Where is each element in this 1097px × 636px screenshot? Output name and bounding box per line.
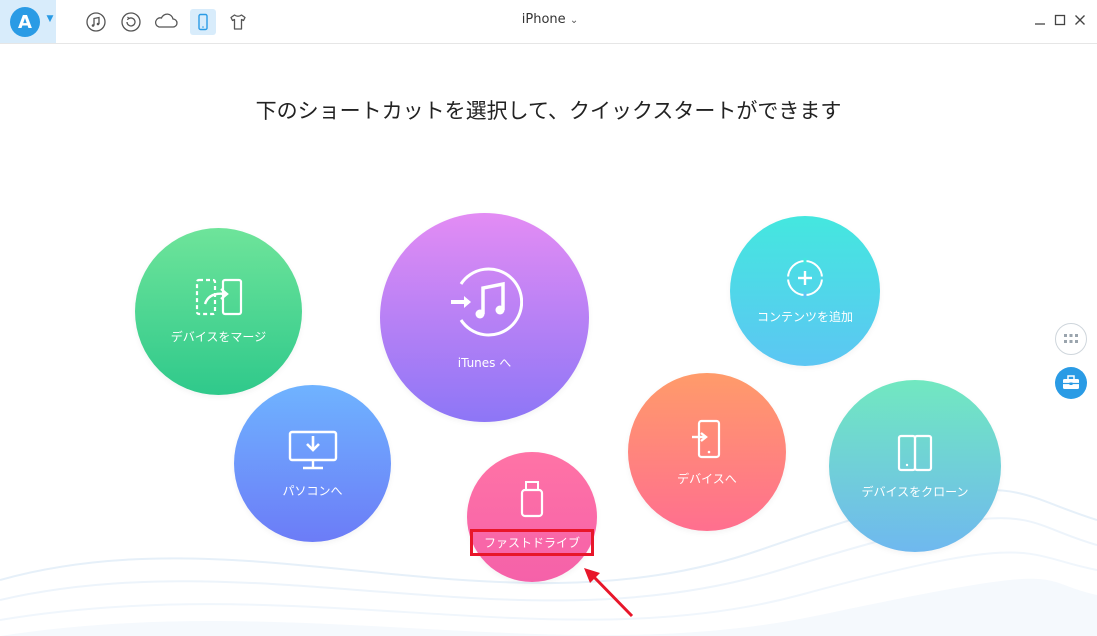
to-itunes-button[interactable]: iTunes へ (380, 213, 589, 422)
app-logo-icon[interactable]: A (10, 7, 40, 37)
grid-view-button[interactable] (1055, 323, 1087, 355)
history-icon[interactable] (118, 9, 144, 35)
chevron-down-icon[interactable]: ▼ (44, 13, 56, 25)
annotation-arrow (584, 568, 634, 618)
to-computer-button[interactable]: パソコンへ (234, 385, 391, 542)
to-device-label: デバイスへ (677, 471, 737, 486)
add-circle-icon (785, 257, 825, 298)
itunes-icon (450, 267, 523, 337)
grid-icon (1064, 334, 1078, 343)
add-content-button[interactable]: コンテンツを追加 (730, 216, 880, 366)
chevron-down-icon: ⌄ (569, 15, 579, 26)
fast-drive-button[interactable]: ファストドライブ (467, 452, 597, 582)
to-computer-label: パソコンへ (282, 484, 343, 498)
toolbox-button[interactable] (1055, 367, 1087, 399)
tshirt-icon[interactable] (225, 9, 251, 35)
clone-device-button[interactable]: デバイスをクローン (829, 380, 1001, 552)
fast-drive-label: ファストドライブ (469, 528, 594, 556)
minimize-icon[interactable] (1032, 12, 1048, 28)
device-name: iPhone (521, 12, 566, 27)
to-itunes-label: iTunes へ (457, 356, 512, 370)
to-device-button[interactable]: デバイスへ (628, 373, 786, 531)
merge-devices-label: デバイスをマージ (170, 330, 267, 344)
monitor-download-icon (288, 430, 337, 470)
clone-device-label: デバイスをクローン (861, 484, 969, 499)
merge-icon (195, 278, 242, 316)
add-content-label: コンテンツを追加 (756, 309, 853, 324)
maximize-icon[interactable] (1052, 12, 1068, 28)
music-icon[interactable] (83, 9, 109, 35)
device-selector[interactable]: iPhone ⌄ (500, 12, 600, 27)
usb-drive-icon (520, 480, 544, 517)
merge-devices-button[interactable]: デバイスをマージ (135, 228, 302, 395)
app-menu[interactable]: A ▼ (0, 0, 56, 43)
cloud-icon[interactable] (153, 9, 179, 35)
clone-icon (897, 434, 933, 471)
phone-icon[interactable] (190, 9, 216, 35)
title-bar: A ▼ iPhone ⌄ (0, 0, 1097, 44)
close-icon[interactable] (1072, 12, 1088, 28)
page-title: 下のショートカットを選択して、クイックスタートができます (255, 99, 842, 123)
toolbox-icon (1063, 375, 1079, 389)
device-import-icon (692, 419, 721, 458)
